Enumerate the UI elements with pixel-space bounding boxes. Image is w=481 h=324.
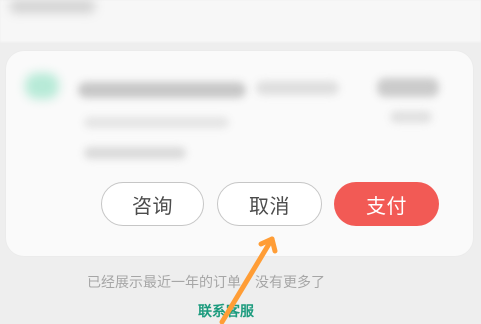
contact-service-link[interactable]: 联系客服 xyxy=(198,301,270,323)
blurred-order-price xyxy=(377,78,439,97)
pay-button[interactable]: 支付 xyxy=(334,182,439,226)
cancel-button-label: 取消 xyxy=(249,193,290,218)
blurred-order-subtitle xyxy=(256,81,339,95)
consult-button-label: 咨询 xyxy=(132,193,173,218)
blurred-store-logo xyxy=(25,73,59,99)
blurred-top-section xyxy=(0,0,481,42)
consult-button[interactable]: 咨询 xyxy=(101,182,204,226)
blurred-order-status xyxy=(390,111,432,123)
blurred-order-detail xyxy=(84,147,186,159)
blurred-order-date xyxy=(84,117,229,128)
order-history-notice: 已经展示最近一年的订单，没有更多了 xyxy=(87,275,325,291)
cancel-button[interactable]: 取消 xyxy=(217,182,322,226)
blurred-order-title xyxy=(78,82,246,98)
blurred-top-text xyxy=(10,0,95,13)
order-page: 咨询 取消 支付 已经展示最近一年的订单，没有更多了 联系客服 xyxy=(0,0,481,324)
pay-button-label: 支付 xyxy=(366,193,407,218)
